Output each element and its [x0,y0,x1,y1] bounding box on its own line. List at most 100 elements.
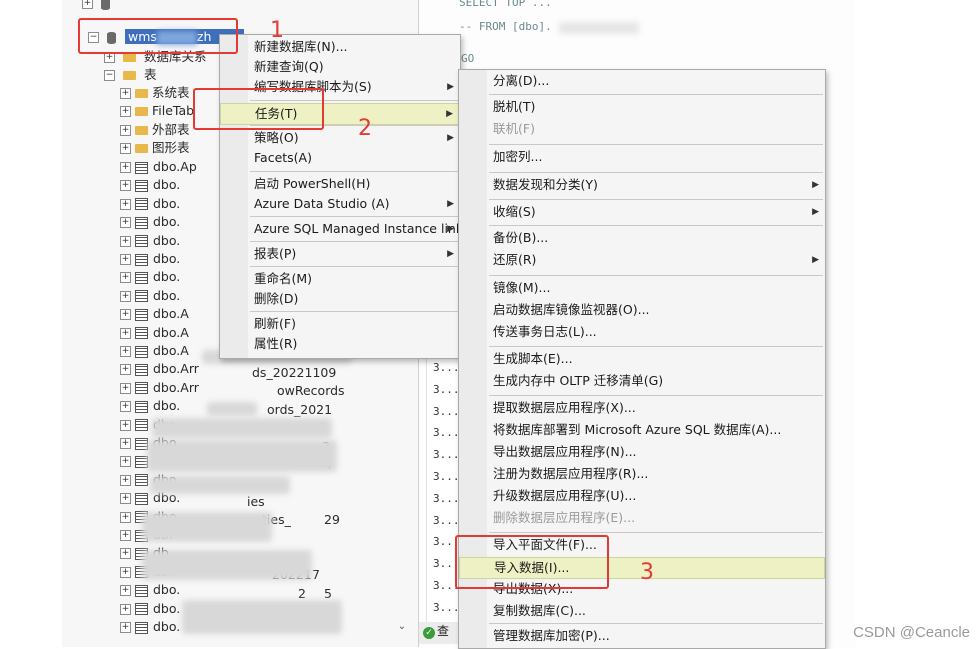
menu2-item[interactable]: 提取数据层应用程序(X)... [459,398,825,418]
expand-icon[interactable]: + [120,493,131,505]
expand-icon[interactable]: + [120,585,131,597]
tree-row-top[interactable]: + [82,0,115,12]
menu1-item[interactable]: Azure SQL Managed Instance link ▶ [220,219,463,239]
expand-icon[interactable]: + [120,419,131,431]
grid-cell[interactable]: 3... [433,361,460,374]
menu1-item[interactable]: 策略(O) ▶ [220,128,460,148]
expand-icon[interactable]: + [120,346,131,357]
tree-row-table[interactable]: + dbo. [120,213,180,231]
menu2-item[interactable]: 脱机(T) [459,97,825,117]
menu2-item[interactable]: 复制数据库(C)... [459,601,825,621]
tree-row-table[interactable]: + dbo.A [120,324,189,342]
tree-row-table[interactable]: + dbo.Arr [120,360,199,378]
tree-row-folder[interactable]: + 图形表 [120,139,190,157]
menu1-item[interactable]: 新建数据库(N)... [220,37,460,57]
expand-icon[interactable]: + [120,327,131,339]
grid-cell[interactable]: 3... [433,448,460,461]
tree-row-folder[interactable]: + FileTab [120,102,194,120]
tree-row-folder[interactable]: + 外部表 [120,121,190,139]
menu1-item[interactable]: Azure Data Studio (A) ▶ [220,194,460,214]
tree-row-table[interactable]: + dbo. [120,176,180,194]
grid-cell[interactable]: 3... [433,492,460,505]
expand-icon[interactable]: + [120,272,131,284]
menu1-item[interactable]: 重命名(M) [220,269,460,289]
expand-icon[interactable]: + [120,106,131,118]
menu2-item[interactable]: 数据发现和分类(Y) ▶ [459,175,825,195]
expand-icon[interactable]: + [120,511,131,523]
tree-row-folder[interactable]: + 系统表 [120,84,190,102]
menu1-item[interactable]: 新建查询(Q) [220,57,460,77]
expand-icon[interactable]: + [120,474,131,486]
tree-row-table[interactable]: + dbo. [120,232,180,250]
expand-icon[interactable]: + [120,235,131,247]
grid-cell[interactable]: 3... [433,426,460,439]
grid-cell[interactable]: 3... [433,514,460,527]
expand-icon[interactable]: + [120,566,131,578]
tree-row-table[interactable]: + dbo.A [120,342,189,360]
tree-row-tables[interactable]: − 表 [104,66,156,84]
menu2-item[interactable]: 启动数据库镜像监视器(O)... [459,300,825,320]
expand-icon[interactable]: + [82,0,93,9]
tree-row-table[interactable]: + dbo. [120,581,180,599]
expand-icon[interactable]: + [120,217,131,229]
expand-icon[interactable]: + [120,603,131,615]
tree-row-table[interactable]: + dbo. [120,397,180,415]
menu2-item[interactable]: 传送事务日志(L)... [459,322,825,342]
menu1-item[interactable]: 属性(R) [220,334,460,354]
menu2-item[interactable]: 加密列... [459,147,825,167]
grid-cell[interactable]: 3... [433,470,460,483]
menu1-item[interactable]: 启动 PowerShell(H) [220,174,460,194]
expand-icon[interactable]: + [120,162,131,173]
menu2-item[interactable]: 还原(R) ▶ [459,250,825,270]
tree-row-table[interactable]: + dbo. [120,600,180,618]
menu2-item[interactable]: 生成脚本(E)... [459,349,825,369]
menu2-item[interactable]: 联机(F) [459,119,825,139]
menu2-item[interactable]: 分离(D)... [459,71,825,91]
expand-icon[interactable]: + [120,401,131,413]
tree-row-table[interactable]: + dbo. [120,268,180,286]
tree-row-table[interactable]: + dbo. [120,287,180,305]
menu2-item[interactable]: 导出数据层应用程序(N)... [459,442,825,462]
expand-icon[interactable]: + [120,198,131,210]
expand-icon[interactable]: + [120,309,131,321]
expand-icon[interactable]: + [120,88,131,99]
tree-row-table[interactable]: + dbo.A [120,305,189,323]
expand-icon[interactable]: − [104,70,115,81]
menu2-item[interactable]: 备份(B)... [459,228,825,248]
menu2-item[interactable]: 删除数据层应用程序(E)... [459,508,825,528]
grid-cell[interactable]: 3... [433,405,460,418]
menu2-item[interactable]: 收缩(S) ▶ [459,202,825,222]
menu2-item[interactable]: 注册为数据层应用程序(R)... [459,464,825,484]
menu2-item[interactable]: 生成内存中 OLTP 迁移清单(G) [459,371,825,391]
expand-icon[interactable]: + [120,622,131,633]
menu2-item[interactable]: 镜像(M)... [459,278,825,298]
expand-icon[interactable]: + [120,143,131,155]
tree-row-table[interactable]: + dbo.Arr [120,379,199,397]
expand-icon[interactable]: + [120,438,131,449]
tree-row-table[interactable]: + dbo. [120,195,180,213]
scroll-down-icon[interactable]: ⌄ [395,621,409,635]
expand-icon[interactable]: + [120,456,131,468]
grid-cell[interactable]: 3... [433,383,460,396]
expand-icon[interactable]: + [120,548,131,560]
menu1-item[interactable]: 刷新(F) [220,314,460,334]
menu1-item[interactable]: Facets(A) [220,148,460,168]
expand-icon[interactable]: + [120,364,131,376]
expand-icon[interactable]: + [120,382,131,394]
expand-icon[interactable]: + [120,290,131,302]
tree-row-table[interactable]: + dbo. [120,618,180,636]
grid-cell[interactable]: 3... [433,601,460,614]
expand-icon[interactable]: + [120,254,131,265]
expand-icon[interactable]: + [120,124,131,136]
menu2-item[interactable]: 升级数据层应用程序(U)... [459,486,825,506]
menu1-item[interactable]: 报表(P) ▶ [220,244,460,264]
menu1-item[interactable]: 删除(D) [220,289,460,309]
menu2-item[interactable]: 将数据库部署到 Microsoft Azure SQL 数据库(A)... [459,420,825,440]
tree-row-table[interactable]: + dbo. [120,250,180,268]
tree-label: dbo.Ap [153,159,197,174]
tree-row-table[interactable]: + dbo.Ap [120,158,197,176]
expand-icon[interactable]: + [120,180,131,192]
menu2-item[interactable]: 管理数据库加密(P)... [459,626,825,646]
submenu-arrow-icon: ▶ [447,133,454,143]
expand-icon[interactable]: + [120,530,131,541]
